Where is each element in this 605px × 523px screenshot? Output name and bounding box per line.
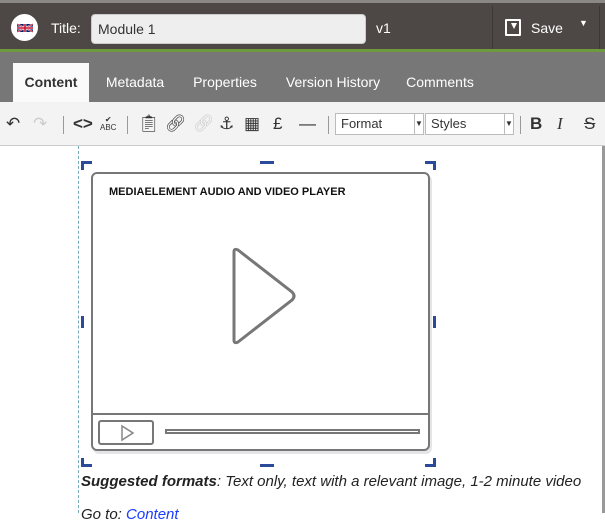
strikethrough-icon[interactable]: S — [584, 114, 595, 134]
suggested-formats-text: : Text only, text with a relevant image,… — [216, 473, 582, 490]
editor-toolbar: ↶ ↷ <> ✔ ABC 📋︎ 🔗︎ 🔗︎ ⚓︎ ▦ £ — Format ▼ St… — [0, 102, 605, 146]
resize-handle[interactable] — [433, 161, 436, 170]
italic-icon[interactable]: I — [557, 114, 563, 134]
play-icon — [232, 247, 296, 345]
progress-bar[interactable] — [165, 429, 420, 434]
tab-content[interactable]: Content — [13, 63, 89, 102]
resize-handle[interactable] — [81, 316, 84, 328]
resize-handle[interactable] — [433, 458, 436, 467]
goto-paragraph: Go to: Content — [81, 506, 179, 523]
tab-bar: Content Metadata Properties Version Hist… — [0, 52, 605, 102]
save-dropdown-icon[interactable]: ▼ — [579, 18, 588, 28]
editor-margin-line — [78, 146, 79, 513]
title-label: Title: — [51, 20, 81, 36]
styles-select[interactable]: Styles ▼ — [425, 113, 514, 135]
styles-select-value: Styles — [431, 116, 467, 131]
content-link[interactable]: Content — [126, 506, 179, 523]
separator — [328, 116, 329, 134]
save-label: Save — [531, 20, 563, 36]
separator — [520, 116, 521, 134]
language-flag-icon[interactable] — [11, 14, 38, 41]
resize-handle[interactable] — [433, 316, 436, 328]
player-title: MEDIAELEMENT AUDIO AND VIDEO PLAYER — [109, 186, 346, 198]
save-button[interactable]: Save ▼ — [492, 6, 600, 52]
chevron-down-icon: ▼ — [414, 114, 423, 134]
small-play-button[interactable] — [98, 420, 154, 445]
anchor-icon[interactable]: ⚓︎ — [219, 114, 234, 134]
goto-text: Go to: — [81, 506, 127, 523]
tab-properties[interactable]: Properties — [185, 63, 265, 102]
pound-sign-icon[interactable]: £ — [273, 114, 282, 134]
chevron-down-icon: ▼ — [504, 114, 513, 134]
spellcheck-icon[interactable]: ✔ ABC — [100, 116, 116, 132]
separator — [127, 116, 128, 134]
tab-comments[interactable]: Comments — [398, 63, 482, 102]
suggested-formats-paragraph: Suggested formats: Text only, text with … — [81, 473, 581, 490]
horizontal-rule-icon[interactable]: — — [299, 114, 316, 134]
header-bar: Title: v1 Save ▼ — [0, 0, 605, 52]
tab-version-history[interactable]: Version History — [278, 63, 388, 102]
suggested-formats-label: Suggested formats — [81, 473, 217, 490]
title-input[interactable] — [91, 14, 366, 44]
redo-icon[interactable]: ↷ — [33, 114, 47, 134]
resize-handle[interactable] — [81, 464, 92, 467]
source-code-icon[interactable]: <> — [73, 114, 93, 134]
paste-icon[interactable]: 📋︎ — [138, 114, 160, 134]
table-icon[interactable]: ▦ — [244, 114, 260, 134]
save-icon — [505, 19, 521, 36]
format-select[interactable]: Format ▼ — [335, 113, 424, 135]
tab-metadata[interactable]: Metadata — [96, 63, 174, 102]
player-controls — [93, 413, 428, 449]
resize-handle[interactable] — [260, 161, 274, 164]
link-icon[interactable]: 🔗︎ — [165, 114, 187, 134]
media-player-placeholder[interactable]: MEDIAELEMENT AUDIO AND VIDEO PLAYER — [91, 172, 430, 451]
format-select-value: Format — [341, 116, 383, 131]
resize-handle[interactable] — [81, 161, 84, 170]
version-label: v1 — [376, 20, 391, 36]
separator — [63, 116, 64, 134]
bold-icon[interactable]: B — [530, 114, 542, 134]
unlink-icon[interactable]: 🔗︎ — [193, 114, 215, 134]
resize-handle[interactable] — [260, 464, 274, 467]
undo-icon[interactable]: ↶ — [6, 114, 20, 134]
